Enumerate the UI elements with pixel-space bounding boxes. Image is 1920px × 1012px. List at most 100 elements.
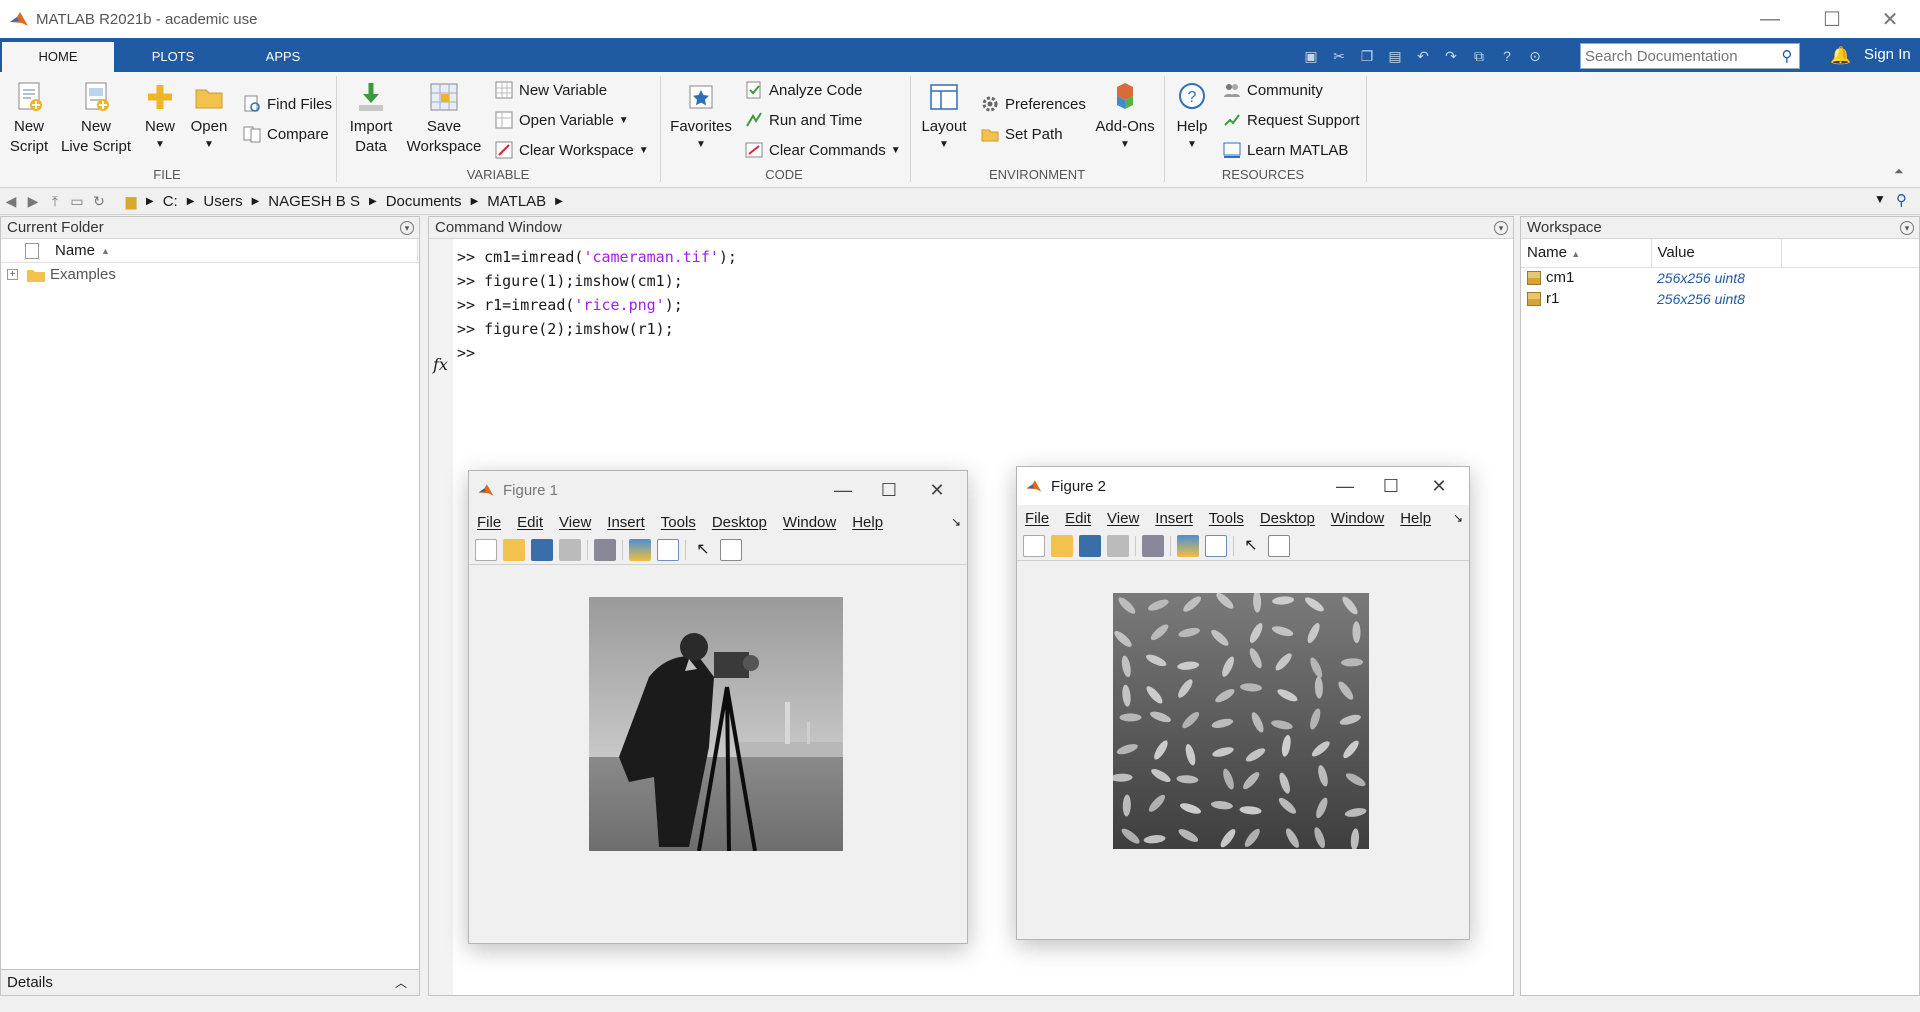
figure-2-window[interactable]: Figure 2 — ☐ ✕ File Edit View Insert Too… <box>1016 466 1470 940</box>
open-file-icon[interactable] <box>503 538 525 561</box>
insert-legend-icon[interactable] <box>1205 534 1227 557</box>
close-button[interactable]: ✕ <box>1417 467 1461 505</box>
address-dropdown-icon[interactable]: ▼ <box>1874 192 1886 206</box>
dock-figure-icon[interactable]: ↘ <box>1453 511 1463 525</box>
panel-menu-icon[interactable]: ▾ <box>400 221 414 235</box>
command-history-output[interactable]: >> cm1=imread('cameraman.tif'); >> figur… <box>457 245 737 365</box>
menu-desktop[interactable]: Desktop <box>712 514 767 531</box>
minimize-button[interactable]: — <box>1323 467 1367 505</box>
menu-insert[interactable]: Insert <box>607 514 645 531</box>
tab-home[interactable]: HOME <box>2 42 114 72</box>
favorites-button[interactable]: Favorites ▼ <box>668 80 734 151</box>
breadcrumb-users[interactable]: Users <box>203 193 242 210</box>
property-inspector-icon[interactable] <box>720 538 742 561</box>
open-button[interactable]: Open ▼ <box>186 80 232 151</box>
maximize-button[interactable]: ☐ <box>1804 0 1860 38</box>
tab-apps[interactable]: APPS <box>234 42 332 72</box>
breadcrumb-drive[interactable]: C: <box>163 193 178 210</box>
chevron-up-icon[interactable]: ︿ <box>395 970 407 996</box>
collapse-ribbon-icon[interactable]: ⏶ <box>1894 164 1904 179</box>
menu-window[interactable]: Window <box>783 514 836 531</box>
request-support-button[interactable]: Request Support <box>1222 108 1360 132</box>
table-row[interactable]: cm1 256x256 uint8 <box>1521 267 1919 288</box>
insert-colorbar-icon[interactable] <box>629 538 651 561</box>
insert-legend-icon[interactable] <box>657 538 679 561</box>
command-prompt[interactable]: >> <box>457 341 737 365</box>
insert-colorbar-icon[interactable] <box>1177 534 1199 557</box>
workspace-name-column[interactable]: Name ▲ <box>1521 239 1652 268</box>
link-plot-icon[interactable] <box>594 538 616 561</box>
forward-icon[interactable]: ▶ <box>22 193 44 210</box>
pointer-icon[interactable]: ↖ <box>692 539 714 561</box>
minimize-button[interactable]: — <box>821 471 865 509</box>
analyze-code-button[interactable]: Analyze Code <box>744 78 862 102</box>
set-path-button[interactable]: Set Path <box>980 122 1063 146</box>
menu-view[interactable]: View <box>1107 510 1139 527</box>
search-icon[interactable]: ⚲ <box>1775 47 1799 65</box>
menu-help[interactable]: Help <box>852 514 883 531</box>
search-folder-icon[interactable]: ⚲ <box>1896 191 1907 209</box>
save-workspace-button[interactable]: Save Workspace <box>404 80 484 157</box>
breadcrumb-documents[interactable]: Documents <box>386 193 462 210</box>
property-inspector-icon[interactable] <box>1268 534 1290 557</box>
new-button[interactable]: New ▼ <box>142 80 178 151</box>
compare-button[interactable]: Compare <box>242 122 329 146</box>
help-button[interactable]: ? Help ▼ <box>1170 80 1214 151</box>
menu-help[interactable]: Help <box>1400 510 1431 527</box>
menu-insert[interactable]: Insert <box>1155 510 1193 527</box>
paste-icon[interactable]: ▤ <box>1384 45 1406 67</box>
cut-icon[interactable]: ✂ <box>1328 45 1350 67</box>
open-file-icon[interactable] <box>1051 534 1073 557</box>
menu-edit[interactable]: Edit <box>1065 510 1091 527</box>
menu-view[interactable]: View <box>559 514 591 531</box>
table-row[interactable]: r1 256x256 uint8 <box>1521 288 1919 309</box>
switch-windows-icon[interactable]: ⧉ <box>1468 45 1490 67</box>
back-icon[interactable]: ◀ <box>0 193 22 210</box>
figure-title-bar[interactable]: Figure 1 — ☐ ✕ <box>469 471 967 509</box>
minimize-button[interactable]: — <box>1742 0 1798 38</box>
import-data-button[interactable]: Import Data <box>346 80 396 157</box>
pointer-icon[interactable]: ↖ <box>1240 535 1262 557</box>
breadcrumb-matlab[interactable]: MATLAB <box>487 193 546 210</box>
browse-folder-icon[interactable]: ▭ <box>66 193 88 210</box>
menu-file[interactable]: File <box>477 514 501 531</box>
clear-workspace-button[interactable]: Clear Workspace ▼ <box>494 138 649 162</box>
menu-file[interactable]: File <box>1025 510 1049 527</box>
customize-toolbar-icon[interactable]: ⊙ <box>1524 45 1546 67</box>
panel-menu-icon[interactable]: ▾ <box>1900 221 1914 235</box>
new-figure-icon[interactable] <box>1023 534 1045 557</box>
community-button[interactable]: Community <box>1222 78 1323 102</box>
help-icon[interactable]: ? <box>1496 45 1518 67</box>
menu-tools[interactable]: Tools <box>1209 510 1244 527</box>
search-input[interactable] <box>1585 45 1775 67</box>
new-live-script-button[interactable]: New Live Script <box>58 80 134 157</box>
up-folder-icon[interactable]: ⤒ <box>44 193 66 210</box>
open-variable-button[interactable]: Open Variable ▼ <box>494 108 629 132</box>
breadcrumb-user-folder[interactable]: NAGESH B S <box>268 193 360 210</box>
menu-desktop[interactable]: Desktop <box>1260 510 1315 527</box>
expand-icon[interactable]: + <box>7 269 18 280</box>
layout-button[interactable]: Layout ▼ <box>918 80 970 151</box>
save-icon[interactable] <box>1079 534 1101 557</box>
workspace-value-column[interactable]: Value <box>1651 239 1782 268</box>
redo-icon[interactable]: ↷ <box>1440 45 1462 67</box>
new-figure-icon[interactable] <box>475 538 497 561</box>
sign-in-link[interactable]: Sign In <box>1864 46 1911 63</box>
maximize-button[interactable]: ☐ <box>1369 467 1413 505</box>
preferences-button[interactable]: Preferences <box>980 92 1086 116</box>
new-script-button[interactable]: New Script <box>8 80 50 157</box>
close-button[interactable]: ✕ <box>1862 0 1918 38</box>
learn-matlab-button[interactable]: Learn MATLAB <box>1222 138 1348 162</box>
run-and-time-button[interactable]: Run and Time <box>744 108 862 132</box>
current-folder-column-header[interactable]: Name ▲ <box>1 239 419 263</box>
add-ons-button[interactable]: Add-Ons ▼ <box>1090 80 1160 151</box>
menu-tools[interactable]: Tools <box>661 514 696 531</box>
new-variable-button[interactable]: New Variable <box>494 78 607 102</box>
refresh-folder-icon[interactable]: ↻ <box>88 193 110 210</box>
figure-1-window[interactable]: Figure 1 — ☐ ✕ File Edit View Insert Too… <box>468 470 968 944</box>
menu-edit[interactable]: Edit <box>517 514 543 531</box>
details-bar[interactable]: Details ︿ <box>1 969 419 995</box>
clear-commands-button[interactable]: Clear Commands ▼ <box>744 138 901 162</box>
undo-icon[interactable]: ↶ <box>1412 45 1434 67</box>
tab-plots[interactable]: PLOTS <box>124 42 222 72</box>
